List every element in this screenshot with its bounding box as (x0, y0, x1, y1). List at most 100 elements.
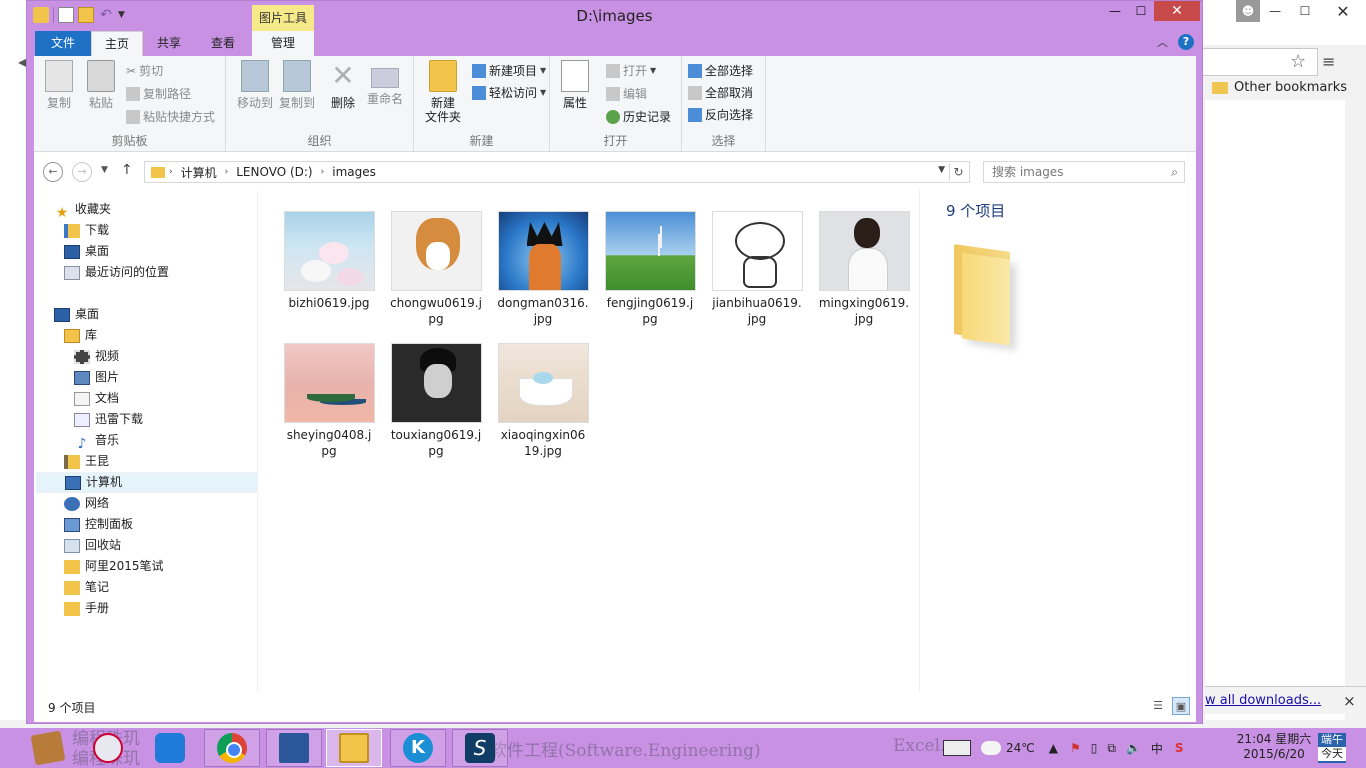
close-button[interactable]: ✕ (1154, 1, 1200, 21)
taskbar-app-snipping[interactable] (80, 729, 136, 767)
tab-file[interactable]: 文件 (35, 31, 91, 56)
breadcrumb-computer[interactable]: 计算机 (181, 164, 217, 181)
holiday-calendar-badge[interactable]: 端午 今天 (1318, 733, 1346, 763)
nav-item-desktop-favorite[interactable]: 桌面 (64, 241, 109, 262)
search-input[interactable]: 搜索 images ⌕ (983, 161, 1185, 183)
close-icon[interactable]: ✕ (1320, 0, 1366, 22)
clock[interactable]: 21:04 星期六 2015/6/20 (1236, 732, 1312, 762)
file-item[interactable]: bizhi0619.jpg (279, 204, 379, 311)
ime-indicator[interactable]: 中 (1151, 740, 1163, 757)
browser-menu-icon[interactable]: ≡ (1322, 52, 1335, 71)
chevron-right-icon[interactable]: › (169, 167, 173, 177)
breadcrumb-drive[interactable]: LENOVO (D:) (236, 165, 312, 179)
easy-access-button[interactable]: 轻松访问 ▼ (472, 84, 546, 102)
chevron-right-icon[interactable]: › (225, 167, 229, 177)
nav-item-network[interactable]: 网络 (64, 493, 109, 514)
file-item[interactable]: sheying0408.jpg (279, 336, 379, 459)
file-item[interactable]: chongwu0619.jpg (386, 204, 486, 327)
weather-cloud-icon[interactable] (981, 741, 1001, 755)
nav-item-documents[interactable]: 文档 (74, 388, 119, 409)
nav-item-libraries[interactable]: 库 (64, 325, 97, 346)
taskbar-app-chrome[interactable] (204, 729, 260, 767)
address-bar[interactable]: › 计算机 › LENOVO (D:) › images ▼ ↻ (144, 161, 970, 183)
tray-expand-icon[interactable]: ▲ (1049, 741, 1058, 755)
show-all-downloads-link[interactable]: w all downloads... (1205, 693, 1321, 708)
history-button[interactable]: 历史记录 (606, 108, 671, 126)
nav-item-recycle-bin[interactable]: 回收站 (64, 535, 121, 556)
paste-button[interactable]: 粘贴 (82, 60, 120, 110)
copy-path-button[interactable]: 复制路径 (126, 85, 191, 103)
keyboard-icon[interactable] (943, 740, 971, 756)
nav-item-recent-places[interactable]: 最近访问的位置 (64, 262, 169, 283)
user-icon[interactable]: ☻ (1236, 0, 1260, 22)
invert-selection-button[interactable]: 反向选择 (688, 106, 753, 124)
nav-item-music[interactable]: ♪ 音乐 (74, 430, 119, 452)
search-icon[interactable]: ⌕ (1171, 162, 1178, 182)
taskbar-app-qq[interactable] (142, 729, 198, 767)
back-button[interactable]: ← (43, 162, 63, 182)
file-item[interactable]: touxiang0619.jpg (386, 336, 486, 459)
tab-manage[interactable]: 管理 (252, 31, 314, 56)
taskbar-app-s[interactable]: S (452, 729, 508, 767)
cut-button[interactable]: ✂ 剪切 (126, 62, 163, 80)
file-item[interactable]: xiaoqingxin0619.jpg (493, 336, 593, 459)
file-item[interactable]: dongman0316.jpg (493, 204, 593, 327)
minimize-icon[interactable]: — (1260, 0, 1290, 22)
edit-button[interactable]: 编辑 (606, 85, 647, 103)
paste-shortcut-button[interactable]: 粘贴快捷方式 (126, 108, 215, 126)
copy-button[interactable]: 复制 (40, 60, 78, 110)
taskbar-app-word[interactable] (266, 729, 322, 767)
tab-home[interactable]: 主页 (91, 31, 143, 56)
taskbar-app-explorer[interactable] (326, 729, 382, 767)
file-item[interactable]: fengjing0619.jpg (600, 204, 700, 327)
recent-locations-icon[interactable]: ▼ (101, 165, 108, 175)
rename-button[interactable]: 重命名 (364, 60, 406, 106)
nav-item-favorites[interactable]: ★ 收藏夹 (54, 199, 111, 221)
nav-item-user[interactable]: 王昆 (64, 451, 109, 472)
copy-to-button[interactable]: 复制到 (276, 60, 318, 110)
bookmark-star-icon[interactable]: ☆ (1290, 51, 1306, 72)
nav-item-computer[interactable]: 计算机 (36, 472, 258, 493)
taskbar-app-k[interactable]: K (390, 729, 446, 767)
chevron-right-icon[interactable]: › (321, 167, 325, 177)
chevron-up-icon[interactable]: ︿ (1157, 34, 1168, 50)
nav-item-folder[interactable]: 手册 (64, 598, 109, 619)
minimize-button[interactable]: — (1102, 1, 1128, 21)
details-view-icon[interactable]: ☰ (1149, 697, 1167, 715)
address-dropdown-icon[interactable]: ▼ (938, 165, 945, 175)
taskbar-app-notebook[interactable] (20, 729, 76, 767)
open-button[interactable]: 打开 ▼ (606, 62, 656, 80)
network-tray-icon[interactable]: ⧉ (1107, 741, 1116, 756)
nav-item-folder[interactable]: 阿里2015笔试 (64, 556, 164, 577)
power-icon[interactable]: ▯ (1091, 741, 1098, 755)
nav-item-xunlei-downloads[interactable]: 迅雷下载 (74, 409, 143, 430)
large-icons-view-icon[interactable]: ▣ (1172, 697, 1190, 715)
nav-item-desktop[interactable]: 桌面 (54, 304, 99, 325)
volume-icon[interactable]: 🔈 (1126, 741, 1141, 755)
nav-item-downloads[interactable]: 下载 (64, 220, 109, 241)
downloads-close-icon[interactable]: × (1343, 692, 1356, 710)
flag-icon[interactable]: ⚑ (1070, 741, 1081, 755)
select-none-button[interactable]: 全部取消 (688, 84, 753, 102)
tab-share[interactable]: 共享 (143, 31, 195, 56)
nav-item-folder[interactable]: 笔记 (64, 577, 109, 598)
refresh-icon[interactable]: ↻ (949, 163, 967, 181)
file-item[interactable]: jianbihua0619.jpg (707, 204, 807, 327)
nav-item-videos[interactable]: 视频 (74, 346, 119, 367)
new-folder-button[interactable]: 新建 文件夹 (422, 60, 464, 124)
select-all-button[interactable]: 全部选择 (688, 62, 753, 80)
nav-item-control-panel[interactable]: 控制面板 (64, 514, 133, 535)
properties-button[interactable]: 属性 (556, 60, 594, 110)
move-to-button[interactable]: 移动到 (234, 60, 276, 110)
help-icon[interactable]: ? (1178, 34, 1194, 50)
maximize-button[interactable]: ☐ (1128, 1, 1154, 21)
forward-button[interactable]: → (72, 162, 92, 182)
up-arrow-icon[interactable]: ↑ (121, 162, 133, 178)
file-item[interactable]: mingxing0619.jpg (814, 204, 914, 327)
tab-view[interactable]: 查看 (197, 31, 249, 56)
nav-item-pictures[interactable]: 图片 (74, 367, 119, 388)
breadcrumb-images[interactable]: images (332, 165, 376, 179)
new-item-button[interactable]: 新建项目 ▼ (472, 62, 546, 80)
bookmarks-bar-item[interactable]: Other bookmarks (1212, 80, 1347, 95)
sogou-icon[interactable]: S (1175, 741, 1184, 755)
